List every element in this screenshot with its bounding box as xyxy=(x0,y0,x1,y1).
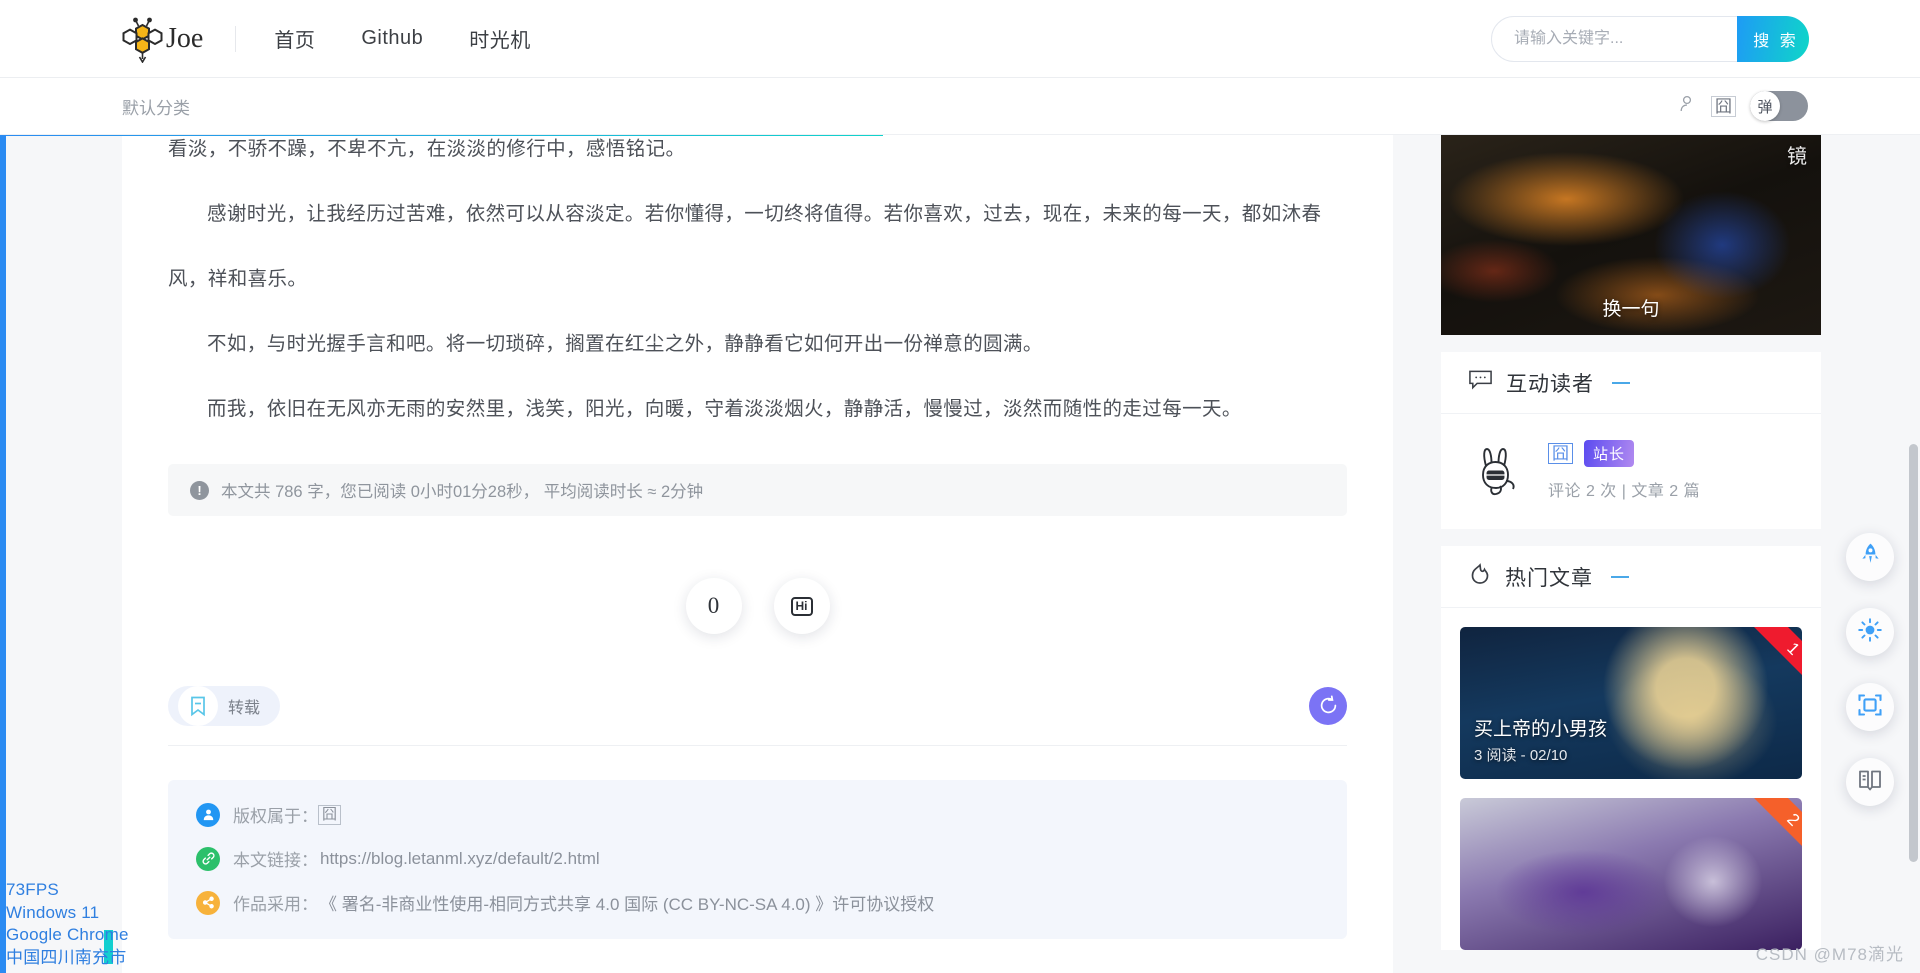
copyright-box: 版权属于： 囧 本文链接： https://blog.letanml.xyz/d… xyxy=(168,780,1347,939)
copyright-label: 本文链接： xyxy=(233,851,318,870)
copyright-row-link: 本文链接： https://blog.letanml.xyz/default/2… xyxy=(196,846,1319,871)
hot-article-title: 买上帝的小男孩 xyxy=(1474,719,1608,740)
article-body: 看淡，不骄不躁，不卑不亢，在淡淡的修行中，感悟铭记。 感谢时光，让我经历过苦难，… xyxy=(122,117,1393,442)
list-item[interactable]: 1 买上帝的小男孩 3 阅读 - 02/10 xyxy=(1460,627,1802,779)
rocket-icon xyxy=(1858,542,1883,572)
brightness-icon xyxy=(1857,617,1883,648)
page-root: Joe 首页 Github 时光机 搜 索 默认分类 囧 xyxy=(0,0,1920,973)
article-utility-row: 转载 xyxy=(168,685,1347,746)
logo-link[interactable]: Joe xyxy=(122,15,204,64)
reader-meta: 囧 站长 评论 2 次 | 文章 2 篇 xyxy=(1548,440,1700,501)
list-item[interactable]: 囧 站长 评论 2 次 | 文章 2 篇 xyxy=(1441,414,1821,529)
scroll-to-top-button[interactable] xyxy=(1846,533,1894,581)
rank-ribbon: 1 xyxy=(1742,627,1802,687)
user-icon xyxy=(196,802,220,827)
page-scrollbar[interactable] xyxy=(1909,444,1918,862)
rank-number: 1 xyxy=(1752,627,1802,687)
header-divider xyxy=(235,25,237,52)
person-icon[interactable] xyxy=(1677,94,1697,119)
hot-article-meta: 3 阅读 - 02/10 xyxy=(1474,747,1568,764)
floating-action-buttons xyxy=(1846,533,1894,806)
share-icon xyxy=(196,890,220,915)
left-accent-strip xyxy=(0,135,6,973)
search-box[interactable] xyxy=(1491,16,1761,62)
readers-card-header: 互动读者 xyxy=(1441,352,1821,414)
article-container: 看淡，不骄不躁，不卑不亢，在淡淡的修行中，感悟铭记。 感谢时光，让我经历过苦难，… xyxy=(122,135,1393,973)
quote-refresh-label[interactable]: 换一句 xyxy=(1441,294,1821,321)
fire-icon xyxy=(1468,562,1492,591)
quote-card[interactable]: 镜 换一句 xyxy=(1441,135,1821,335)
copyright-label: 版权属于： xyxy=(233,807,318,826)
reading-mode-button[interactable] xyxy=(1846,758,1894,806)
rabbit-avatar xyxy=(1468,441,1528,501)
copyright-link-value[interactable]: https://blog.letanml.xyz/default/2.html xyxy=(320,849,600,869)
search-button[interactable]: 搜 索 xyxy=(1737,16,1809,62)
link-icon xyxy=(196,846,220,871)
nav-item-github[interactable]: Github xyxy=(361,27,423,50)
sidebar: 镜 换一句 互动读者 囧 站长 评论 2 次 | 文章 2 篇 热门文章 1 买… xyxy=(1441,135,1821,967)
readers-card: 互动读者 囧 站长 评论 2 次 | 文章 2 篇 xyxy=(1441,352,1821,529)
quote-corner-text: 镜 xyxy=(1787,146,1807,168)
os-value: Windows 11 xyxy=(6,902,100,922)
copyright-author-value: 囧 xyxy=(318,804,342,825)
reaction-row: 0 Hi xyxy=(122,578,1393,634)
copyright-label: 作品采用： xyxy=(233,895,318,914)
search-area: 搜 索 xyxy=(1491,16,1809,62)
readers-card-title: 互动读者 xyxy=(1506,372,1594,396)
bee-logo-icon xyxy=(122,15,164,64)
reader-stats: 评论 2 次 | 文章 2 篇 xyxy=(1548,483,1701,500)
location-value: 中国四川南充市 xyxy=(6,947,127,967)
brightness-toggle-button[interactable] xyxy=(1846,608,1894,656)
watermark: CSDN @M78滴光 xyxy=(1755,945,1904,964)
like-count: 0 xyxy=(707,593,720,618)
refresh-button[interactable] xyxy=(1309,686,1347,725)
reprint-badge[interactable]: 转载 xyxy=(168,685,281,726)
fps-value: 73FPS xyxy=(6,880,59,899)
fullscreen-icon xyxy=(1857,692,1883,723)
nav-item-home[interactable]: 首页 xyxy=(274,24,315,53)
exclamation-icon: ! xyxy=(190,480,209,500)
article-paragraph: 感谢时光，让我经历过苦难，依然可以从容淡定。若你懂得，一切终将值得。若你喜欢，过… xyxy=(168,203,1322,290)
reader-name[interactable]: 囧 xyxy=(1548,443,1573,464)
site-header: Joe 首页 Github 时光机 搜 索 xyxy=(0,0,1920,78)
copyright-row-license: 作品采用： 《 署名-非商业性使用-相同方式共享 4.0 国际 (CC BY-N… xyxy=(196,890,1319,915)
comment-icon xyxy=(1468,369,1493,396)
performance-overlay: 73FPS Windows 11 Google Chrome 中国四川南充市 xyxy=(6,879,129,969)
user-badge[interactable]: 囧 xyxy=(1711,95,1736,117)
toggle-knob: 弹 xyxy=(1750,91,1780,121)
search-input[interactable] xyxy=(1492,17,1760,61)
emoji-reaction-button[interactable]: Hi xyxy=(773,578,830,634)
reading-stats-bar: ! 本文共 786 字，您已阅读 0小时01分28秒， 平均阅读时长 ≈ 2分钟 xyxy=(168,464,1347,516)
reading-stats-text: 本文共 786 字，您已阅读 0小时01分28秒， 平均阅读时长 ≈ 2分钟 xyxy=(221,483,704,501)
status-badge: 站长 xyxy=(1584,440,1635,467)
nav-item-timemachine[interactable]: 时光机 xyxy=(469,24,531,53)
fullscreen-button[interactable] xyxy=(1846,683,1894,731)
article-paragraph: 而我，依旧在无风亦无雨的安然里，浅笑，阳光，向暖，守着淡淡烟火，静静活，慢慢过，… xyxy=(207,398,1242,420)
bookmark-icon xyxy=(178,685,218,726)
title-dash xyxy=(1611,575,1629,578)
danmaku-toggle[interactable]: 弹 xyxy=(1750,91,1808,121)
title-dash xyxy=(1612,381,1630,384)
copyright-row-author: 版权属于： 囧 xyxy=(196,802,1319,827)
reader-identity: 囧 站长 xyxy=(1548,440,1700,467)
main-nav: 首页 Github 时光机 xyxy=(274,24,530,53)
hot-articles-card: 热门文章 1 买上帝的小男孩 3 阅读 - 02/10 2 xyxy=(1441,546,1821,950)
like-button[interactable]: 0 xyxy=(685,578,742,634)
reprint-label: 转载 xyxy=(228,699,261,717)
list-item[interactable]: 2 xyxy=(1460,798,1802,950)
sub-header-actions: 囧 弹 xyxy=(1677,91,1808,121)
rank-ribbon: 2 xyxy=(1742,798,1802,858)
article-paragraph: 不如，与时光握手言和吧。将一切琐碎，搁置在红尘之外，静静看它如何开出一份禅意的圆… xyxy=(207,333,1043,355)
hi-emoji-icon: Hi xyxy=(790,596,813,616)
hot-articles-title: 热门文章 xyxy=(1505,566,1593,590)
sub-header: 默认分类 囧 弹 xyxy=(0,78,1920,135)
logo-text: Joe xyxy=(166,22,204,54)
browser-value: Google Chrome xyxy=(6,925,129,944)
copyright-license-value[interactable]: 《 署名-非商业性使用-相同方式共享 4.0 国际 (CC BY-NC-SA 4… xyxy=(320,890,934,915)
rank-number: 2 xyxy=(1752,798,1802,858)
breadcrumb[interactable]: 默认分类 xyxy=(122,94,190,119)
read-mode-icon xyxy=(1857,767,1883,798)
hot-articles-header: 热门文章 xyxy=(1441,546,1821,608)
